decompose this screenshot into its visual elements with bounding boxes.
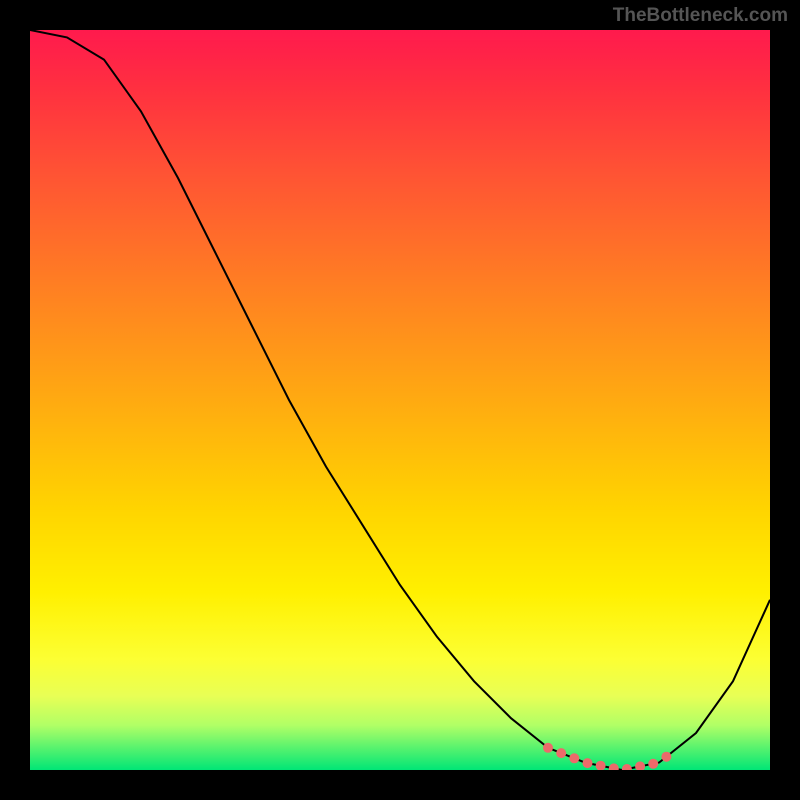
- chart-container: TheBottleneck.com: [0, 0, 800, 800]
- bottleneck-curve: [30, 30, 770, 770]
- watermark-text: TheBottleneck.com: [613, 5, 788, 27]
- plot-area: [30, 30, 770, 770]
